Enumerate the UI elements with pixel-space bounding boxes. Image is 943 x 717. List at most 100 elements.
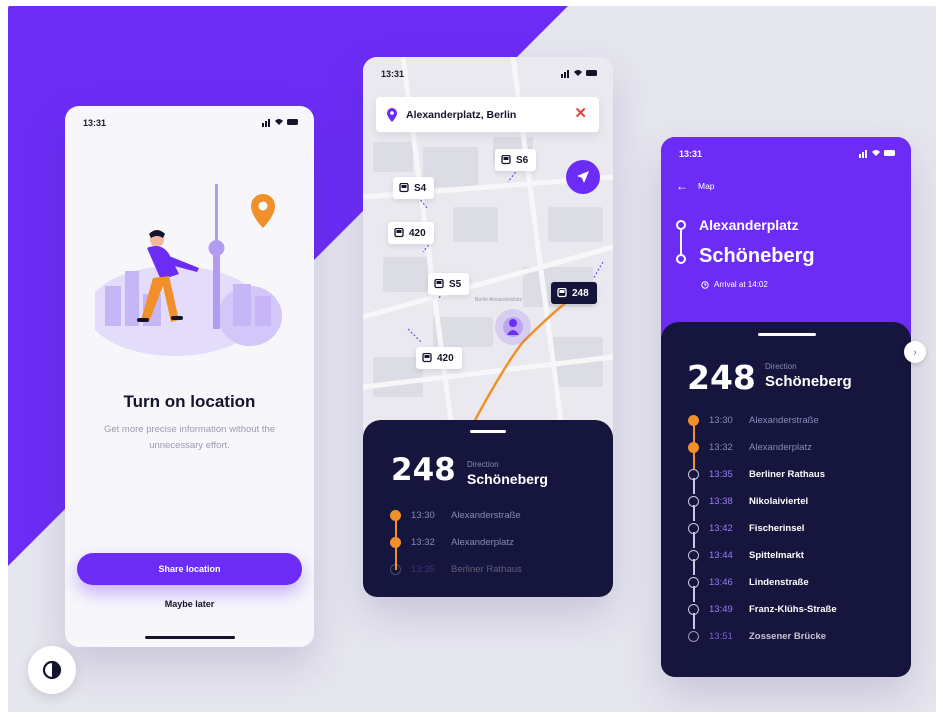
stop-time: 13:46 <box>709 577 733 588</box>
stop-tag-label: S4 <box>414 182 427 194</box>
sheet-grip[interactable] <box>470 430 506 433</box>
trip-from: Alexanderplatz <box>699 217 799 233</box>
stop-tag-248-selected[interactable]: 248 <box>551 282 597 304</box>
stop-status-icon <box>688 523 699 534</box>
bus-icon <box>399 183 409 193</box>
direction-label: Direction <box>467 460 499 469</box>
stop-row[interactable]: 13:44 Spittelmarkt <box>688 550 804 561</box>
route-number: 248 <box>391 452 456 488</box>
stop-tag-s6[interactable]: S6 <box>495 149 537 171</box>
stop-name: Alexanderplatz <box>451 537 514 548</box>
back-button[interactable]: ← Map <box>676 179 715 193</box>
city-illustration <box>95 184 282 356</box>
status-time: 13:31 <box>679 149 703 159</box>
permission-title: Turn on location <box>123 392 256 411</box>
bus-icon <box>557 288 567 298</box>
stop-row[interactable]: 13:35 Berliner Rathaus <box>390 564 522 575</box>
location-permission-screen: 13:31 Turn on location Get more precise … <box>65 106 314 647</box>
sheet-grip[interactable] <box>758 333 816 336</box>
arrival-text: Arrival at 14:02 <box>714 280 768 289</box>
stop-row[interactable]: 13:42 Fischerinsel <box>688 523 804 534</box>
status-bar: 13:31 <box>661 137 911 167</box>
bus-icon <box>501 155 511 165</box>
stop-row[interactable]: 13:46 Lindenstraße <box>688 577 809 588</box>
stop-tag-label: 248 <box>572 287 589 299</box>
trip-to: Schöneberg <box>699 245 815 267</box>
bus-icon <box>394 228 404 238</box>
stop-time: 13:49 <box>709 604 733 615</box>
stop-name: Spittelmarkt <box>749 550 804 561</box>
signal-wifi-battery-icon <box>561 70 597 78</box>
stop-tag-s4[interactable]: S4 <box>393 177 435 199</box>
location-pin-icon <box>387 107 397 122</box>
stop-tag-s5[interactable]: S5 <box>428 273 470 295</box>
stop-status-icon <box>688 415 699 426</box>
stop-row[interactable]: 13:32 Alexanderplatz <box>688 442 812 453</box>
stop-time: 13:35 <box>411 564 435 575</box>
stop-time: 13:38 <box>709 496 733 507</box>
stop-tag-label: S5 <box>449 278 462 290</box>
stop-status-icon <box>688 550 699 561</box>
stop-status-icon <box>688 631 699 642</box>
search-value: Alexanderplatz, Berlin <box>406 108 517 121</box>
theme-toggle-button[interactable] <box>28 646 76 694</box>
bus-icon <box>422 353 432 363</box>
permission-description: Get more precise information without the… <box>103 424 276 451</box>
back-label: Map <box>698 181 715 191</box>
stop-status-icon <box>688 577 699 588</box>
stop-status-icon <box>390 564 401 575</box>
share-location-button[interactable]: Share location <box>77 553 302 585</box>
direction-label: Direction <box>765 362 797 371</box>
status-bar: 13:31 <box>363 57 613 87</box>
stop-status-icon <box>688 604 699 615</box>
chevron-right-icon[interactable]: › <box>904 341 926 363</box>
stop-tag-label: 420 <box>437 352 454 364</box>
stop-row[interactable]: 13:49 Franz-Klühs-Straße <box>688 604 837 615</box>
stop-row[interactable]: 13:30 Alexanderstraße <box>688 415 819 426</box>
stop-name: Lindenstraße <box>749 577 809 588</box>
route-sheet[interactable]: 248 Direction Schöneberg 13:30 Alexander… <box>363 420 613 597</box>
stop-tag-420-south[interactable]: 420 <box>416 347 462 369</box>
stops-sheet[interactable]: 248 Direction Schöneberg 13:30 Alexander… <box>661 322 911 677</box>
status-time: 13:31 <box>83 118 107 128</box>
status-time: 13:31 <box>381 69 405 79</box>
stop-row[interactable]: 13:32 Alexanderplatz <box>390 537 514 548</box>
stop-row[interactable]: 13:38 Nikolaiviertel <box>688 496 808 507</box>
signal-wifi-battery-icon <box>859 150 895 158</box>
bus-icon <box>434 279 444 289</box>
stop-name: Alexanderplatz <box>749 442 812 453</box>
stop-row[interactable]: 13:30 Alexanderstraße <box>390 510 521 521</box>
stop-row[interactable]: 13:35 Berliner Rathaus <box>688 469 825 480</box>
locate-me-button[interactable] <box>566 160 600 194</box>
maybe-later-button[interactable]: Maybe later <box>65 599 314 609</box>
stop-status-icon <box>688 496 699 507</box>
contrast-icon <box>42 660 62 680</box>
stop-time: 13:51 <box>709 631 733 642</box>
stop-name: Berliner Rathaus <box>749 469 826 480</box>
close-icon[interactable]: ✕ <box>574 106 587 122</box>
stop-name: Zossener Brücke <box>749 631 827 642</box>
stop-status-icon <box>390 510 401 521</box>
stop-status-icon <box>688 469 699 480</box>
stop-name: Alexanderstraße <box>749 415 819 426</box>
stop-name: Alexanderstraße <box>451 510 521 521</box>
showcase-canvas: 13:31 Turn on location Get more precise … <box>8 6 936 712</box>
stop-time: 13:30 <box>709 415 733 426</box>
stop-time: 13:32 <box>411 537 435 548</box>
stop-time: 13:35 <box>709 469 733 480</box>
search-field[interactable]: Alexanderplatz, Berlin ✕ <box>376 97 599 132</box>
stop-time: 13:32 <box>709 442 733 453</box>
direction-value: Schöneberg <box>765 373 852 390</box>
arrival-info: Arrival at 14:02 <box>701 280 768 289</box>
stop-tag-420-north[interactable]: 420 <box>388 222 434 244</box>
trip-header: 13:31 ← Map Alexanderplatz Schöneberg Ar… <box>661 137 911 337</box>
stop-time: 13:42 <box>709 523 733 534</box>
stop-status-icon <box>688 442 699 453</box>
stop-tag-label: 420 <box>409 227 426 239</box>
trip-connector-icon <box>676 220 686 264</box>
arrow-left-icon: ← <box>676 179 688 193</box>
direction-value: Schöneberg <box>467 471 548 487</box>
stop-name: Berliner Rathaus <box>451 564 522 575</box>
status-bar: 13:31 <box>65 106 314 136</box>
stop-row[interactable]: 13:51 Zossener Brücke <box>688 631 826 642</box>
